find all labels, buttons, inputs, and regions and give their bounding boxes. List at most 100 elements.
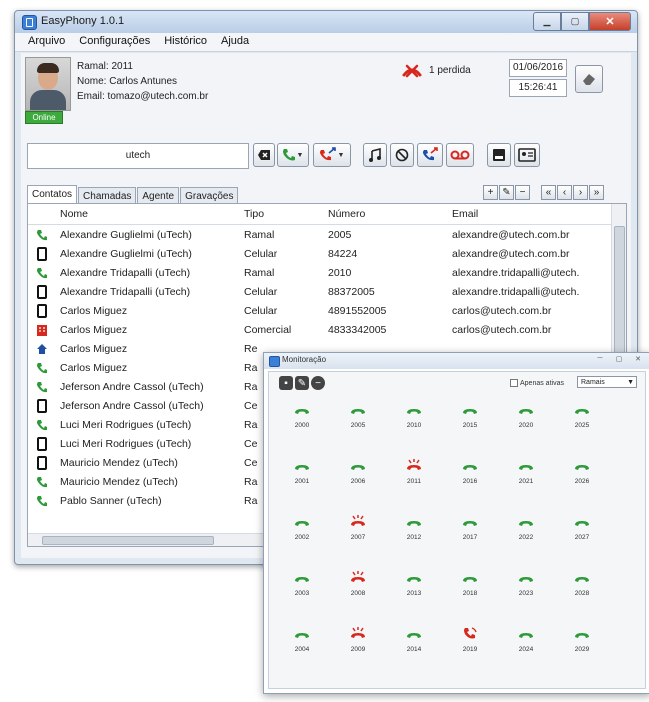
cell-nome: Luci Meri Rodrigues (uTech) — [60, 437, 192, 450]
extension-idle[interactable]: 2026 — [559, 458, 605, 485]
cell-nome: Carlos Miguez — [60, 323, 128, 336]
col-nome[interactable]: Nome — [56, 204, 240, 224]
table-row[interactable]: Carlos Miguez Celular 4891552005 carlos@ute… — [28, 301, 626, 320]
prev-page-button[interactable]: ‹ — [557, 185, 572, 200]
next-page-button[interactable]: › — [573, 185, 588, 200]
extension-idle[interactable]: 2002 — [279, 514, 325, 541]
first-page-button[interactable]: « — [541, 185, 556, 200]
comercial-phone-icon — [28, 323, 56, 337]
cell-nome: Mauricio Mendez (uTech) — [60, 475, 178, 488]
remove-contact-button[interactable]: − — [515, 185, 530, 200]
extension-idle[interactable]: 2003 — [279, 570, 325, 597]
extension-idle[interactable]: 2013 — [391, 570, 437, 597]
agenda-button[interactable] — [514, 143, 540, 167]
cell-numero: 84224 — [328, 247, 358, 260]
capture-button[interactable] — [417, 143, 443, 167]
remove-panel-button[interactable]: − — [311, 376, 325, 390]
menu-arquivo[interactable]: Arquivo — [21, 33, 72, 51]
extension-busy[interactable]: 2007 — [335, 514, 381, 541]
maximize-button[interactable]: ▢ — [611, 355, 627, 365]
phone-idle-icon — [559, 570, 605, 589]
music-button[interactable] — [363, 143, 387, 167]
chevron-down-icon[interactable]: ▼ — [338, 152, 347, 159]
col-numero[interactable]: Número — [324, 204, 448, 224]
only-active-checkbox[interactable]: Apenas ativas — [510, 379, 564, 387]
extension-idle[interactable]: 2012 — [391, 514, 437, 541]
close-button[interactable]: ✕ — [630, 355, 646, 365]
cell-tipo: Comercial — [244, 323, 292, 336]
minimize-button[interactable]: ▁ — [533, 12, 561, 31]
extension-idle[interactable]: 2016 — [447, 458, 493, 485]
table-row[interactable]: Alexandre Tridapalli (uTech) Ramal 2010 ale… — [28, 263, 626, 282]
extension-idle[interactable]: 2006 — [335, 458, 381, 485]
call-button[interactable]: ▼ — [277, 143, 309, 167]
edit-contact-button[interactable]: ✎ — [499, 185, 514, 200]
extension-idle[interactable]: 2000 — [279, 402, 325, 429]
extension-busy[interactable]: 2008 — [335, 570, 381, 597]
menu-historico[interactable]: Histórico — [157, 33, 214, 51]
extension-idle[interactable]: 2001 — [279, 458, 325, 485]
block-icon — [395, 148, 409, 162]
last-page-button[interactable]: » — [589, 185, 604, 200]
edit-panel-button[interactable]: ✎ — [295, 376, 309, 390]
voicemail-button[interactable] — [446, 143, 474, 167]
extension-label: 2029 — [574, 646, 590, 653]
extension-idle[interactable]: 2004 — [279, 626, 325, 653]
extension-idle[interactable]: 2022 — [503, 514, 549, 541]
view-select[interactable]: Ramais ▼ — [577, 376, 637, 388]
cell-email: alexandre@utech.com.br — [452, 247, 570, 260]
extension-idle[interactable]: 2015 — [447, 402, 493, 429]
table-row[interactable]: Alexandre Guglielmi (uTech) Celular 84224 a… — [28, 244, 626, 263]
contact-card-button[interactable] — [487, 143, 511, 167]
extension-idle[interactable]: 2021 — [503, 458, 549, 485]
extension-idle[interactable]: 2005 — [335, 402, 381, 429]
table-row[interactable]: Alexandre Guglielmi (uTech) Ramal 2005 alex… — [28, 225, 626, 244]
menu-ajuda[interactable]: Ajuda — [214, 33, 256, 51]
maximize-button[interactable]: ▢ — [561, 12, 589, 31]
extension-busy[interactable]: 2011 — [391, 458, 437, 485]
minimize-button[interactable]: ─ — [592, 355, 608, 365]
extension-idle[interactable]: 2027 — [559, 514, 605, 541]
add-contact-button[interactable]: + — [483, 185, 498, 200]
extension-label: 2000 — [294, 422, 310, 429]
monitor-title-bar[interactable]: Monitoração ─ ▢ ✕ — [264, 353, 649, 369]
add-panel-button[interactable]: ▪ — [279, 376, 293, 390]
extension-idle[interactable]: 2018 — [447, 570, 493, 597]
extension-idle[interactable]: 2010 — [391, 402, 437, 429]
menu-configuracoes[interactable]: Configurações — [72, 33, 157, 51]
extension-busy[interactable]: 2009 — [335, 626, 381, 653]
capture-call-icon — [423, 147, 438, 161]
extension-label: 2002 — [294, 534, 310, 541]
phone-idle-icon — [279, 402, 325, 421]
avatar — [25, 57, 71, 111]
extension-label: 2027 — [574, 534, 590, 541]
dial-input[interactable]: utech — [27, 143, 249, 169]
extension-idle[interactable]: 2028 — [559, 570, 605, 597]
extension-idle[interactable]: 2023 — [503, 570, 549, 597]
transfer-button[interactable]: ▼ — [313, 143, 351, 167]
missed-call-icon[interactable] — [401, 63, 423, 79]
title-bar[interactable]: EasyPhony 1.0.1 ▁ ▢ ✕ — [15, 11, 637, 33]
col-email[interactable]: Email — [448, 204, 622, 224]
eraser-button[interactable] — [575, 65, 603, 93]
col-tipo[interactable]: Tipo — [240, 204, 324, 224]
clear-button[interactable] — [253, 143, 275, 167]
table-row[interactable]: Alexandre Tridapalli (uTech) Celular 88372… — [28, 282, 626, 301]
cell-numero: 4833342005 — [328, 323, 387, 336]
extension-idle[interactable]: 2029 — [559, 626, 605, 653]
block-button[interactable] — [390, 143, 414, 167]
phone-idle-icon — [559, 458, 605, 477]
extension-ringing[interactable]: 2019 — [447, 626, 493, 653]
extension-idle[interactable]: 2014 — [391, 626, 437, 653]
missed-calls-text[interactable]: 1 perdida — [429, 65, 471, 76]
extension-idle[interactable]: 2025 — [559, 402, 605, 429]
chevron-down-icon[interactable]: ▼ — [297, 152, 306, 159]
cell-nome: Alexandre Guglielmi (uTech) — [60, 247, 192, 260]
extension-idle[interactable]: 2024 — [503, 626, 549, 653]
close-button[interactable]: ✕ — [589, 12, 631, 31]
extension-idle[interactable]: 2017 — [447, 514, 493, 541]
table-row[interactable]: Carlos Miguez Comercial 4833342005 carlos@u… — [28, 320, 626, 339]
checkbox[interactable] — [510, 379, 518, 387]
time-field: 15:26:41 — [509, 79, 567, 97]
extension-idle[interactable]: 2020 — [503, 402, 549, 429]
